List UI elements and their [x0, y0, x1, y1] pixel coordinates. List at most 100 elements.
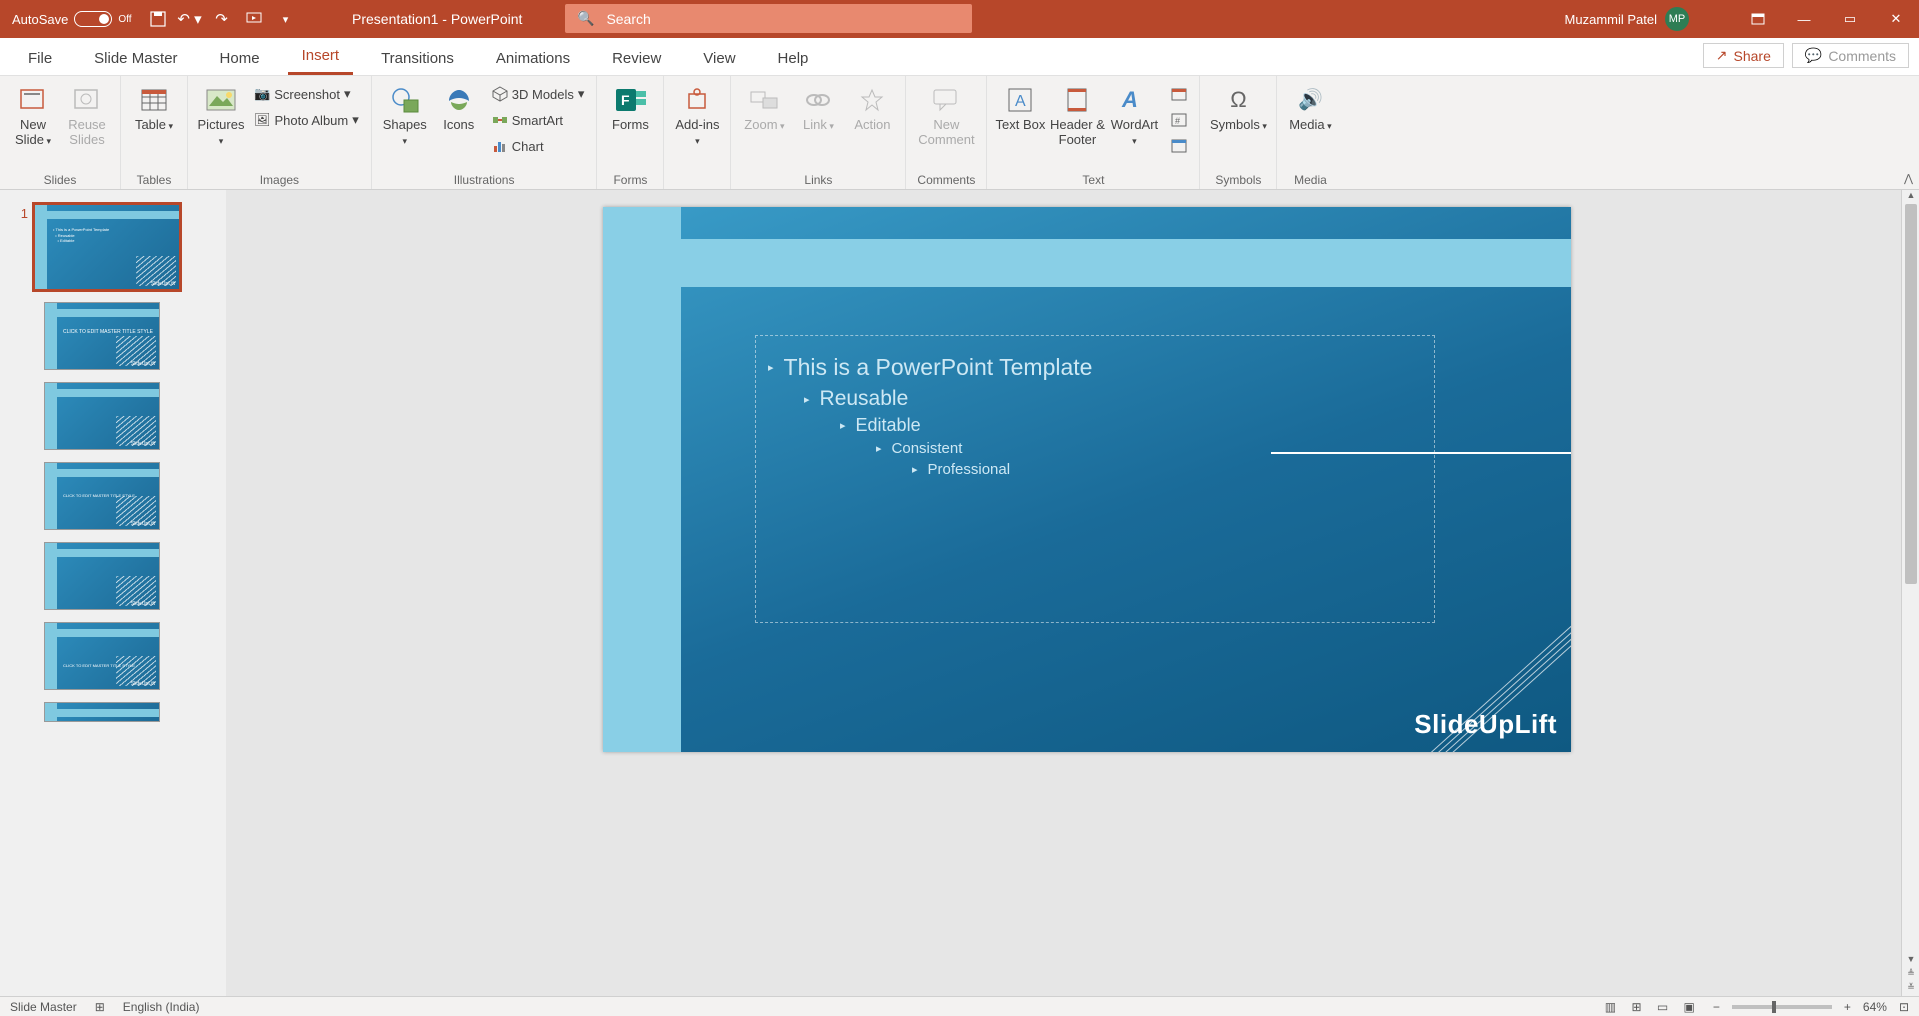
photo-album-button[interactable]: 🖼Photo Album ▾: [250, 108, 363, 132]
share-button[interactable]: ↗Share: [1703, 43, 1784, 68]
present-from-start-icon[interactable]: [238, 0, 270, 38]
zoom-icon: [748, 84, 780, 116]
autosave-toggle[interactable]: AutoSave Off: [12, 11, 132, 27]
tab-help[interactable]: Help: [764, 42, 823, 75]
wordart-button[interactable]: AWordArt: [1109, 82, 1159, 148]
date-time-button[interactable]: [1167, 82, 1191, 106]
slide-canvas-area[interactable]: This is a PowerPoint Template Reusable E…: [226, 190, 1919, 996]
reading-view-icon[interactable]: ▭: [1651, 1000, 1674, 1014]
screenshot-button[interactable]: 📷Screenshot ▾: [250, 82, 363, 106]
accessibility-icon[interactable]: ⊞: [95, 1000, 105, 1014]
zoom-button[interactable]: Zoom: [739, 82, 789, 133]
slide-thumbnail-pane[interactable]: 1 • This is a PowerPoint Template • Reus…: [0, 190, 226, 996]
table-button[interactable]: Table: [129, 82, 179, 133]
thumb-text: CLICK TO EDIT MASTER TITLE STYLE: [63, 663, 135, 669]
content-placeholder[interactable]: This is a PowerPoint Template Reusable E…: [755, 335, 1435, 623]
group-slides: New Slide Reuse Slides Slides: [0, 76, 121, 189]
close-icon[interactable]: ✕: [1873, 0, 1919, 38]
next-slide-icon[interactable]: ≚: [1902, 982, 1919, 996]
window-title: Presentation1 - PowerPoint: [352, 11, 522, 27]
tab-file[interactable]: File: [14, 42, 66, 75]
tab-insert[interactable]: Insert: [288, 39, 354, 75]
tab-review[interactable]: Review: [598, 42, 675, 75]
reuse-slides-button[interactable]: Reuse Slides: [62, 82, 112, 148]
header-footer-button[interactable]: Header & Footer: [1049, 82, 1105, 148]
pictures-button[interactable]: Pictures: [196, 82, 246, 148]
addins-button[interactable]: Add-ins: [672, 82, 722, 148]
new-comment-button[interactable]: New Comment: [914, 82, 978, 148]
tab-home[interactable]: Home: [206, 42, 274, 75]
thumb-layout[interactable]: CLICK TO EDIT MASTER TITLE STYLESlideUpL…: [44, 622, 160, 690]
comments-button[interactable]: 💬Comments: [1792, 43, 1909, 68]
symbols-icon: Ω: [1222, 84, 1254, 116]
group-symbols-label: Symbols: [1208, 173, 1268, 189]
prev-slide-icon[interactable]: ≜: [1902, 968, 1919, 982]
scroll-down-icon[interactable]: ▼: [1902, 954, 1919, 968]
slide-number-button[interactable]: #: [1167, 108, 1191, 132]
forms-button[interactable]: F Forms: [605, 82, 655, 133]
tab-slide-master[interactable]: Slide Master: [80, 42, 191, 75]
object-button[interactable]: [1167, 134, 1191, 158]
view-buttons: ▥ ⊞ ▭ ▣: [1599, 1000, 1701, 1014]
save-icon[interactable]: [142, 0, 174, 38]
thumb-layout[interactable]: CLICK TO EDIT MASTER TITLE STYLESlideUpL…: [44, 462, 160, 530]
thumb-master[interactable]: • This is a PowerPoint Template • Reusab…: [34, 204, 180, 290]
smartart-icon: [492, 112, 508, 128]
status-language[interactable]: English (India): [123, 1000, 200, 1014]
redo-icon[interactable]: ↷: [206, 0, 238, 38]
user-account[interactable]: Muzammil Patel MP: [1565, 7, 1689, 31]
new-slide-button[interactable]: New Slide: [8, 82, 58, 148]
thumb-layout[interactable]: SlideUpLift: [44, 382, 160, 450]
tab-view[interactable]: View: [689, 42, 749, 75]
shapes-button[interactable]: Shapes: [380, 82, 430, 148]
bullet-level-2[interactable]: Reusable: [768, 387, 1422, 411]
collapse-ribbon-icon[interactable]: ⋀: [1904, 172, 1913, 185]
tab-transitions[interactable]: Transitions: [367, 42, 468, 75]
icons-button[interactable]: Icons: [434, 82, 484, 133]
zoom-in-icon[interactable]: +: [1844, 1000, 1851, 1014]
reuse-slides-icon: [71, 84, 103, 116]
action-button[interactable]: Action: [847, 82, 897, 133]
bullet-level-3[interactable]: Editable: [768, 415, 1422, 436]
maximize-icon[interactable]: ▭: [1827, 0, 1873, 38]
main-area: 1 • This is a PowerPoint Template • Reus…: [0, 190, 1919, 996]
zoom-slider[interactable]: [1732, 1005, 1832, 1009]
group-text-label: Text: [995, 173, 1191, 189]
3d-models-button[interactable]: 3D Models ▾: [488, 82, 589, 106]
pictures-icon: [205, 84, 237, 116]
search-box[interactable]: 🔍: [565, 4, 972, 33]
thumb-layout[interactable]: SlideUpLift: [44, 542, 160, 610]
slideshow-view-icon[interactable]: ▣: [1678, 1000, 1701, 1014]
ribbon-display-options-icon[interactable]: [1735, 0, 1781, 38]
tab-animations[interactable]: Animations: [482, 42, 584, 75]
fit-to-window-icon[interactable]: ⊡: [1899, 1000, 1909, 1014]
sorter-view-icon[interactable]: ⊞: [1625, 1000, 1647, 1014]
scroll-up-icon[interactable]: ▲: [1902, 190, 1919, 204]
zoom-level[interactable]: 64%: [1863, 1000, 1887, 1014]
bullet-level-5[interactable]: Professional: [768, 461, 1422, 478]
thumb-layout[interactable]: CLICK TO EDIT MASTER TITLE STYLESlideUpL…: [44, 302, 160, 370]
vertical-scrollbar[interactable]: ▲ ▼ ≜ ≚: [1901, 190, 1919, 996]
zoom-out-icon[interactable]: −: [1713, 1000, 1720, 1014]
smartart-button[interactable]: SmartArt: [488, 108, 589, 132]
minimize-icon[interactable]: —: [1781, 0, 1827, 38]
search-input[interactable]: [606, 11, 906, 27]
text-box-button[interactable]: AText Box: [995, 82, 1045, 133]
bullet-level-1[interactable]: This is a PowerPoint Template: [768, 354, 1422, 381]
group-addins: Add-ins: [664, 76, 731, 189]
chart-button[interactable]: Chart: [488, 134, 589, 158]
toggle-switch-icon[interactable]: [74, 11, 112, 27]
thumb-layout[interactable]: [44, 702, 160, 722]
symbols-button[interactable]: ΩSymbols: [1208, 82, 1268, 133]
smartart-label: SmartArt: [512, 113, 563, 128]
slide-master-canvas[interactable]: This is a PowerPoint Template Reusable E…: [603, 207, 1571, 752]
status-mode[interactable]: Slide Master: [10, 1000, 77, 1014]
bullet-level-4[interactable]: Consistent: [768, 440, 1422, 457]
undo-icon[interactable]: ↶ ▾: [174, 0, 206, 38]
normal-view-icon[interactable]: ▥: [1599, 1000, 1622, 1014]
3d-models-label: 3D Models: [512, 87, 574, 102]
scroll-thumb[interactable]: [1905, 204, 1917, 584]
media-button[interactable]: 🔊Media: [1285, 82, 1335, 133]
link-button[interactable]: Link: [793, 82, 843, 133]
customize-qat-icon[interactable]: ▾: [270, 0, 302, 38]
